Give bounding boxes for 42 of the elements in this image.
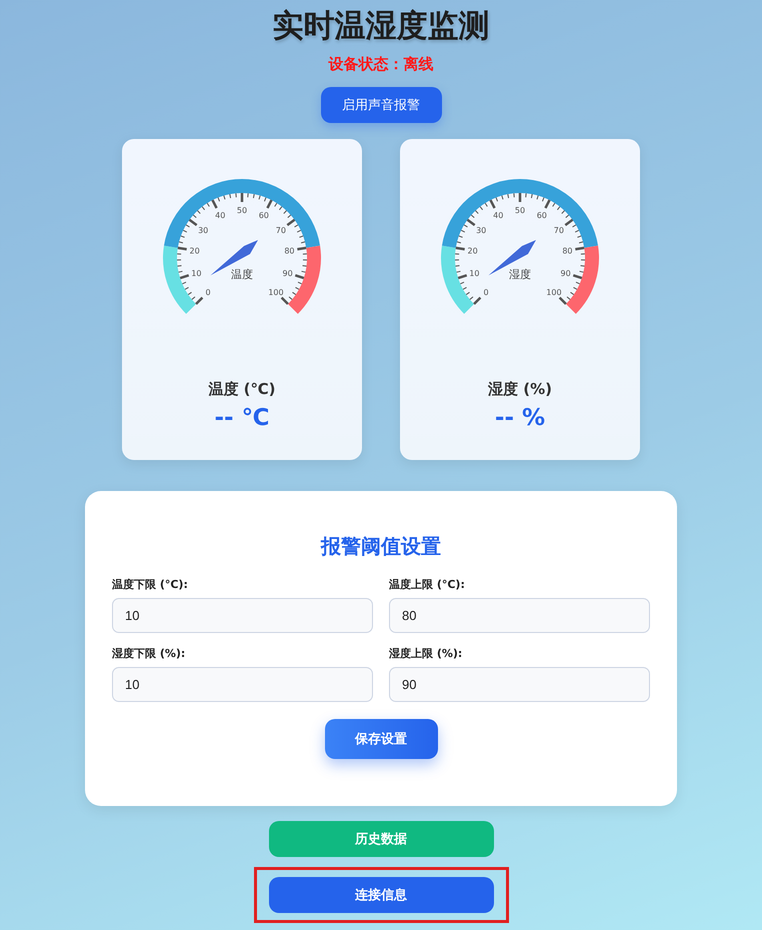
- scale-label: 30: [476, 226, 486, 235]
- input-field[interactable]: 10: [112, 598, 373, 633]
- scale-label: 0: [206, 288, 211, 297]
- gauge-caption: 温度 (℃): [208, 379, 276, 399]
- sound-alarm-button[interactable]: 启用声音报警: [320, 87, 442, 123]
- scale-label: 20: [468, 246, 478, 256]
- scale-label: 30: [198, 226, 208, 235]
- device-status: 设备状态：离线: [328, 54, 434, 74]
- scale-label: 10: [469, 268, 480, 278]
- connection-button[interactable]: 连接信息: [268, 877, 494, 913]
- field-label: 湿度下限 (%):: [112, 647, 186, 661]
- scale-label: 0: [484, 288, 489, 297]
- scale-label: 40: [493, 211, 504, 220]
- panel-title: 报警阈值设置: [321, 533, 441, 560]
- scale-label: 50: [514, 206, 526, 215]
- scale-label: 10: [191, 268, 202, 278]
- scale-label: 40: [215, 211, 226, 220]
- scale-label: 60: [536, 211, 547, 220]
- field-label: 温度下限 (°C):: [112, 578, 189, 592]
- scale-label: 80: [284, 246, 294, 256]
- gauge-label: 温度: [231, 268, 253, 281]
- input-field[interactable]: 10: [112, 667, 373, 702]
- scale-label: 50: [236, 206, 248, 215]
- scale-label: 100: [546, 288, 562, 297]
- page-title: 实时温湿度监测: [272, 7, 490, 46]
- input-field[interactable]: 90: [389, 667, 650, 702]
- field-label: 湿度上限 (%):: [389, 647, 464, 661]
- gauge-reading: -- %: [494, 404, 546, 433]
- scale-label: 20: [190, 246, 200, 256]
- scale-label: 70: [276, 226, 286, 235]
- field-label: 温度上限 (°C):: [389, 578, 466, 592]
- gauge-reading: -- ℃: [214, 404, 270, 433]
- scale-label: 90: [560, 268, 571, 278]
- scale-label: 100: [268, 288, 284, 297]
- scale-label: 60: [258, 211, 269, 220]
- gauge-label: 湿度: [509, 268, 531, 281]
- input-field[interactable]: 80: [389, 598, 650, 633]
- save-button[interactable]: 保存设置: [324, 719, 438, 759]
- scale-label: 80: [562, 246, 572, 256]
- scale-label: 70: [554, 226, 564, 235]
- scale-label: 90: [282, 268, 293, 278]
- gauge-caption: 湿度 (%): [488, 379, 552, 399]
